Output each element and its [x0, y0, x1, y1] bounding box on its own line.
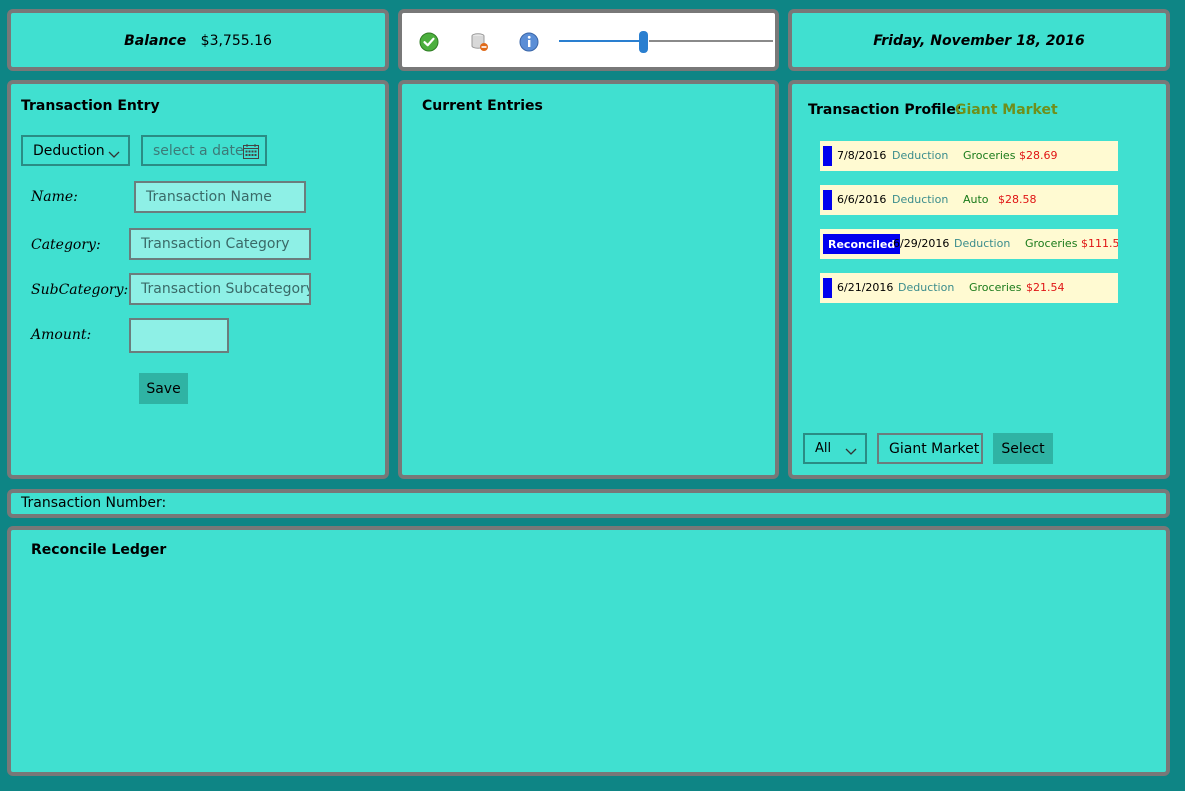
transaction-profile-title: Transaction Profile:	[808, 102, 962, 118]
zoom-slider[interactable]	[559, 31, 773, 53]
transaction-entry-panel: Transaction Entry Deduction select a dat…	[7, 80, 389, 479]
filter-value: All	[815, 441, 832, 456]
slider-thumb[interactable]	[639, 31, 648, 53]
current-date: Friday, November 18, 2016	[873, 33, 1085, 49]
database-remove-icon[interactable]	[468, 31, 490, 53]
profile-entry-row[interactable]: 6/6/2016 Deduction Auto $28.58	[820, 185, 1118, 215]
category-field[interactable]: Transaction Category	[129, 228, 311, 260]
profile-name-field[interactable]: Giant Market	[877, 433, 983, 464]
transaction-number-label: Transaction Number:	[21, 495, 167, 511]
entry-amount: $111.53	[1081, 237, 1118, 250]
entry-type: Deduction	[892, 193, 949, 206]
entry-category: Groceries	[1025, 237, 1078, 250]
entry-date: 6/21/2016	[837, 281, 894, 294]
category-label: Category:	[31, 237, 101, 253]
entry-amount: $28.69	[1019, 149, 1058, 162]
calendar-icon	[243, 144, 259, 163]
subcategory-field[interactable]: Transaction Subcategory	[129, 273, 311, 305]
entry-amount: $21.54	[1026, 281, 1065, 294]
slider-track-empty	[649, 40, 773, 42]
entry-type: Deduction	[898, 281, 955, 294]
reconcile-ledger-title: Reconcile Ledger	[31, 542, 167, 558]
current-entries-panel: Current Entries	[398, 80, 779, 479]
entry-date: 6/6/2016	[837, 193, 887, 206]
profile-entry-row[interactable]: 6/21/2016 Deduction Groceries $21.54	[820, 273, 1118, 303]
entry-category: Groceries	[963, 149, 1016, 162]
entry-amount: $28.58	[998, 193, 1037, 206]
amount-label: Amount:	[31, 327, 92, 343]
name-label: Name:	[31, 189, 78, 205]
entry-category: Auto	[963, 193, 989, 206]
chevron-down-icon	[108, 147, 120, 163]
name-placeholder: Transaction Name	[146, 189, 272, 205]
balance-panel: Balance $3,755.16	[7, 9, 389, 71]
name-field[interactable]: Transaction Name	[134, 181, 306, 213]
current-entries-title: Current Entries	[422, 98, 543, 114]
entry-date: 6/29/2016	[893, 237, 950, 250]
subcategory-placeholder: Transaction Subcategory	[141, 281, 311, 297]
entry-category: Groceries	[969, 281, 1022, 294]
entry-type: Deduction	[954, 237, 1011, 250]
category-placeholder: Transaction Category	[141, 236, 290, 252]
slider-track-filled	[559, 40, 640, 42]
transaction-type-value: Deduction	[33, 142, 105, 159]
entry-marker	[823, 278, 832, 298]
date-picker[interactable]: select a date	[141, 135, 267, 166]
filter-select[interactable]: All	[803, 433, 867, 464]
profile-entry-row[interactable]: 7/8/2016 Deduction Groceries $28.69	[820, 141, 1118, 171]
profile-entry-row[interactable]: Reconciled 6/29/2016 Deduction Groceries…	[820, 229, 1118, 259]
entry-type: Deduction	[892, 149, 949, 162]
entry-marker	[823, 190, 832, 210]
chevron-down-icon	[845, 445, 857, 460]
profile-name: Giant Market	[955, 102, 1058, 118]
info-icon[interactable]	[518, 31, 540, 53]
transaction-number-bar: Transaction Number:	[7, 489, 1170, 518]
reconciled-badge: Reconciled	[823, 234, 901, 254]
toolbar-panel	[398, 9, 779, 71]
entry-marker	[823, 146, 832, 166]
transaction-entry-title: Transaction Entry	[21, 98, 160, 114]
select-button[interactable]: Select	[993, 433, 1053, 464]
balance-value: $3,755.16	[200, 33, 272, 49]
amount-field[interactable]	[129, 318, 229, 353]
date-picker-placeholder: select a date	[153, 142, 244, 159]
save-button[interactable]: Save	[139, 373, 188, 404]
transaction-profile-panel: Transaction Profile: Giant Market 7/8/20…	[788, 80, 1170, 479]
profile-name-field-value: Giant Market	[889, 440, 980, 457]
transaction-type-select[interactable]: Deduction	[21, 135, 130, 166]
balance-line: Balance $3,755.16	[11, 33, 385, 49]
reconcile-ledger-panel: Reconcile Ledger	[7, 526, 1170, 776]
subcategory-label: SubCategory:	[31, 282, 129, 298]
entry-date: 7/8/2016	[837, 149, 887, 162]
balance-label: Balance	[124, 33, 187, 49]
check-icon[interactable]	[418, 31, 440, 53]
date-panel: Friday, November 18, 2016	[788, 9, 1170, 71]
